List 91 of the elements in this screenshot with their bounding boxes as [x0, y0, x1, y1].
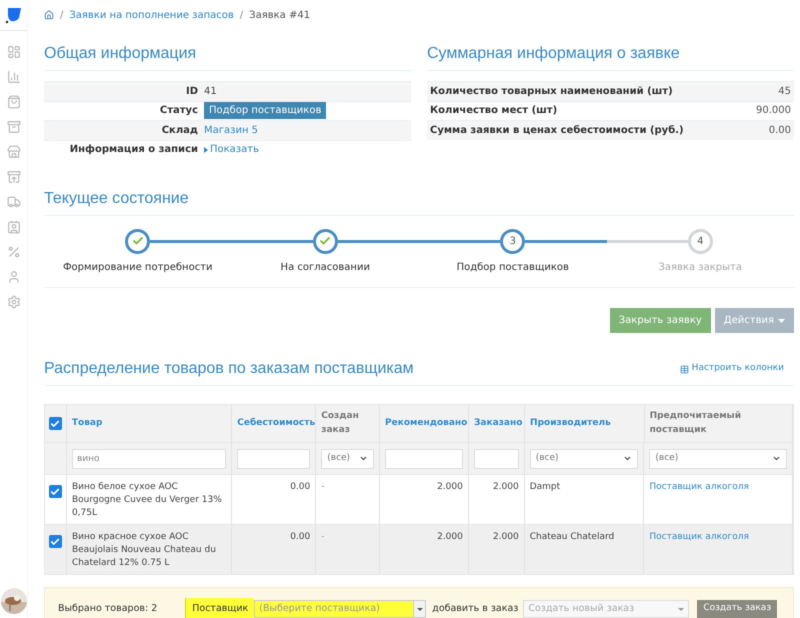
add-to-order-label: добавить в заказ	[432, 602, 518, 616]
table-cell: -	[321, 532, 324, 542]
user-icon[interactable]	[6, 270, 20, 284]
summary-label: Количество товарных наименований (шт)	[430, 84, 673, 99]
step-number: 3	[510, 234, 516, 248]
column-header[interactable]: Себестоимость	[237, 416, 316, 430]
column-header: Предпочитаемый поставщик	[650, 410, 742, 436]
filter-field[interactable]	[385, 448, 463, 468]
checkbox[interactable]	[48, 417, 62, 430]
step-number: 4	[697, 234, 704, 248]
store-icon[interactable]	[6, 145, 20, 159]
configure-columns-link[interactable]: Настроить колонки	[680, 362, 784, 376]
field-label: Информация о записи	[68, 143, 199, 158]
checkbox[interactable]	[48, 485, 62, 498]
breadcrumb-separator: /	[60, 8, 64, 22]
column-header[interactable]: Производитель	[530, 416, 611, 430]
close-request-button[interactable]: Закрыть заявку	[610, 308, 711, 333]
breadcrumb-separator: /	[240, 8, 244, 22]
caret-icon	[416, 608, 423, 610]
table-cell: 2.000	[437, 532, 463, 542]
filter-select[interactable]: (все)	[321, 448, 374, 468]
summary-label: Количество мест (шт)	[430, 104, 558, 118]
table-cell: Вино белое сухое AOC Bourgogne Cuvee du Verger 13% 0,75L	[72, 482, 222, 518]
filter-field[interactable]	[237, 448, 310, 468]
summary-value: 90.000	[756, 104, 791, 118]
chevron-icon	[359, 454, 368, 463]
step-label: Подбор поставщиков	[456, 261, 569, 275]
supplier-select[interactable]: (Выберите поставщика)	[254, 600, 426, 618]
check-icon	[319, 235, 332, 247]
selected-count: Выбрано товаров: 2	[58, 602, 158, 616]
column-header[interactable]: Рекомендовано	[385, 416, 468, 430]
table-cell: -	[321, 482, 324, 492]
settings-icon[interactable]	[6, 295, 20, 309]
table-cell: 0.00	[290, 482, 310, 492]
table-cell: Вино красное сухое AOC Beaujolais Nouveau Chateau du Chatelard 12% 0.75 L	[72, 532, 216, 568]
shopping-bag-icon[interactable]	[6, 95, 20, 109]
summary-value: 45	[778, 84, 791, 99]
column-header[interactable]: Товар	[72, 416, 102, 430]
section-title: Суммарная информация о заявке	[427, 44, 681, 64]
id-card-icon[interactable]	[6, 220, 20, 234]
table-cell: 2.000	[492, 532, 519, 542]
breadcrumb-current: Заявка #41	[249, 8, 310, 22]
column-header[interactable]: Заказано	[474, 416, 522, 430]
filter-field[interactable]	[474, 448, 519, 468]
supplier-link[interactable]: Поставщик алкоголя	[649, 482, 749, 492]
section-title: Общая информация	[44, 44, 198, 64]
table-cell: 2.000	[492, 482, 519, 492]
summary-label: Сумма заявки в ценах себестоимости (руб.)	[430, 124, 684, 138]
step-label: Заявка закрыта	[658, 261, 742, 275]
table-cell: 2.000	[437, 482, 463, 492]
field-label: ID	[184, 84, 199, 99]
table-cell: Chateau Chatelard	[530, 532, 614, 542]
percent-icon[interactable]	[6, 245, 20, 259]
step-label: Формирование потребности	[62, 261, 213, 275]
check-icon	[132, 235, 144, 247]
section-title: Распределение товаров по заказам поставщикам	[44, 359, 414, 379]
table-cell: Dampt	[530, 482, 560, 492]
caret-icon	[778, 318, 785, 322]
field-label: Склад	[160, 124, 199, 138]
filter-field[interactable]: вино	[72, 448, 226, 468]
breadcrumb-link[interactable]: Заявки на пополнение запасов	[69, 8, 234, 22]
supplier-label: Поставщик	[185, 598, 254, 618]
field-value: 41	[204, 84, 217, 99]
table-icon	[680, 364, 689, 374]
archive-icon[interactable]	[6, 120, 20, 134]
step-label: На согласовании	[280, 261, 370, 275]
home-icon[interactable]	[44, 10, 54, 20]
create-order-button[interactable]: Создать заказ	[697, 600, 778, 618]
bar-chart-icon[interactable]	[6, 70, 20, 84]
warehouse-link[interactable]: Магазин 5	[204, 122, 258, 138]
caret-icon	[204, 146, 208, 153]
section-title: Текущее состояние	[44, 189, 190, 209]
supplier-link[interactable]: Поставщик алкоголя	[649, 532, 749, 542]
order-select[interactable]: Создать новый заказ	[523, 600, 690, 618]
column-header: Создан заказ	[321, 410, 360, 436]
logo-icon[interactable]	[4, 6, 22, 24]
checkbox[interactable]	[48, 535, 62, 548]
caret-icon	[678, 608, 684, 610]
summary-value: 0.00	[768, 124, 791, 138]
filter-select[interactable]: (все)	[530, 448, 638, 468]
filter-select[interactable]: (все)	[649, 448, 787, 468]
show-link[interactable]: Показать	[204, 142, 259, 158]
truck-icon[interactable]	[6, 195, 20, 209]
chevron-icon	[623, 454, 632, 463]
dashboard-icon[interactable]	[6, 45, 20, 59]
inbox-icon[interactable]	[6, 170, 20, 184]
table-cell: 0.00	[290, 532, 310, 542]
actions-dropdown-button[interactable]: Действия	[714, 308, 794, 333]
field-label: Статус	[158, 104, 199, 118]
chevron-icon	[772, 454, 781, 463]
status-badge: Подбор поставщиков	[204, 102, 326, 120]
